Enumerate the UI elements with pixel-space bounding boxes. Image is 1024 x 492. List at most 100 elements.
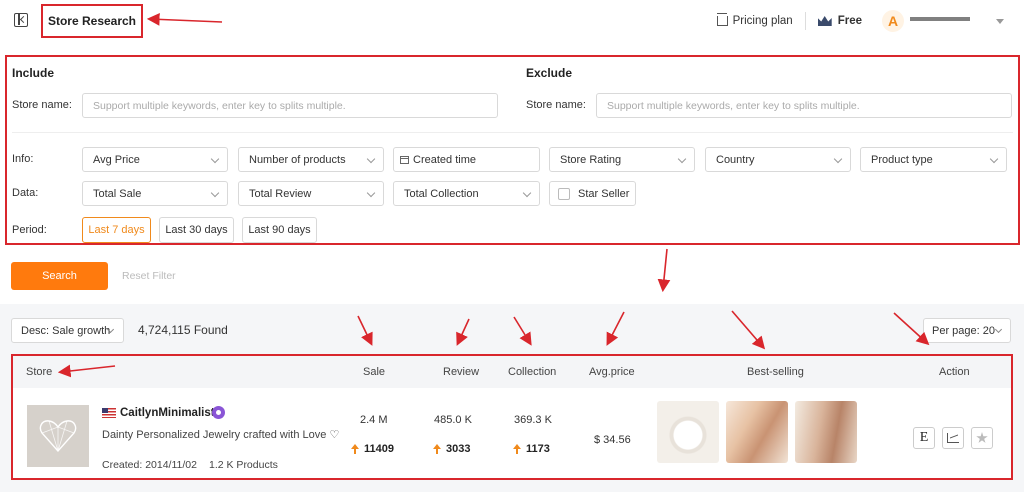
search-button[interactable]: Search xyxy=(11,262,108,290)
store-name-link[interactable]: CaitlynMinimalist xyxy=(120,407,215,419)
exclude-store-name-placeholder: Support multiple keywords, enter key to … xyxy=(607,99,860,112)
calendar-icon xyxy=(400,155,409,164)
review-growth-value: 3033 xyxy=(446,443,471,455)
crown-icon xyxy=(817,16,832,26)
store-analytics-button[interactable] xyxy=(942,427,964,449)
verified-badge-icon xyxy=(212,406,225,419)
exclude-store-name-input[interactable]: Support multiple keywords, enter key to … xyxy=(596,93,1012,118)
include-store-name-input[interactable]: Support multiple keywords, enter key to … xyxy=(82,93,498,118)
star-seller-checkbox[interactable]: Star Seller xyxy=(549,181,636,206)
exclude-store-name-label: Store name: xyxy=(526,99,586,111)
analytics-chart-icon xyxy=(947,433,959,443)
period-last-30-days[interactable]: Last 30 days xyxy=(159,217,234,243)
review-growth: 3033 xyxy=(433,443,470,455)
best-selling-product-image[interactable] xyxy=(795,401,857,463)
favorite-star-icon xyxy=(976,432,988,443)
growth-up-arrow-icon xyxy=(433,444,441,454)
include-store-name-label: Store name: xyxy=(12,99,72,111)
avg-price-select-label: Avg Price xyxy=(93,153,140,166)
pricing-plan-link[interactable]: Pricing plan xyxy=(716,13,793,27)
created-time-label: Created time xyxy=(413,153,476,166)
total-review-select[interactable]: Total Review xyxy=(238,181,384,206)
product-type-select[interactable]: Product type xyxy=(860,147,1007,172)
best-selling-product-image[interactable] xyxy=(657,401,719,463)
period-label: Period xyxy=(12,224,44,236)
us-flag-icon xyxy=(102,408,116,418)
best-selling-product-image[interactable] xyxy=(726,401,788,463)
country-select[interactable]: Country xyxy=(705,147,851,172)
page-title: Store Research xyxy=(47,14,137,28)
column-header-store: Store xyxy=(26,366,53,378)
number-of-products-select-label: Number of products xyxy=(249,153,346,166)
period-last-90-days-label: Last 90 days xyxy=(248,224,311,236)
chevron-down-icon xyxy=(996,18,1004,24)
results-table: Store Sale Review Collection Avg.price B… xyxy=(11,354,1013,480)
avatar: A xyxy=(882,10,904,32)
growth-up-arrow-icon xyxy=(351,444,359,454)
arrow-to-results xyxy=(657,248,671,293)
column-header-review[interactable]: Review xyxy=(443,366,479,378)
plan-badge[interactable]: Free xyxy=(817,15,862,27)
results-count: 4,724,115 Found xyxy=(138,323,228,337)
sale-growth-value: 11409 xyxy=(364,443,394,455)
chevron-down-icon xyxy=(833,154,843,164)
table-header: Store Sale Review Collection Avg.price B… xyxy=(13,356,1011,388)
pricing-plan-icon xyxy=(716,13,728,26)
sort-select-value: Desc: Sale growth xyxy=(21,324,111,337)
search-button-label: Search xyxy=(42,270,77,282)
store-rating-select-label: Store Rating xyxy=(560,153,622,166)
info-label: Info: xyxy=(12,153,34,165)
data-label: Data: xyxy=(12,187,39,199)
username-redacted xyxy=(910,17,990,25)
checkbox-icon xyxy=(558,187,570,200)
exclude-title: Exclude xyxy=(526,66,573,80)
collection-growth-value: 1173 xyxy=(526,443,550,455)
avg-price-select[interactable]: Avg Price xyxy=(82,147,228,172)
collapse-sidebar-icon[interactable] xyxy=(14,13,28,27)
total-review-select-label: Total Review xyxy=(249,187,312,200)
period-last-90-days[interactable]: Last 90 days xyxy=(242,217,317,243)
etsy-icon: E xyxy=(919,430,929,445)
period-last-30-days-label: Last 30 days xyxy=(165,224,228,236)
top-header: Store Research Pricing plan Free A xyxy=(0,0,1024,44)
created-time-picker[interactable]: Created time xyxy=(393,147,540,172)
table-row[interactable]: CaitlynMinimalist Dainty Personalized Je… xyxy=(13,388,1011,478)
user-menu[interactable]: A xyxy=(882,10,1004,32)
reset-filter-button[interactable]: Reset Filter xyxy=(122,270,176,282)
collection-growth: 1173 xyxy=(513,443,550,455)
total-sale-select[interactable]: Total Sale xyxy=(82,181,228,206)
column-header-best-selling: Best-selling xyxy=(747,366,804,378)
sort-select[interactable]: Desc: Sale growth xyxy=(11,318,124,343)
page-title-container: Store Research xyxy=(41,4,143,38)
chevron-down-icon xyxy=(366,154,376,164)
total-collection-select[interactable]: Total Collection xyxy=(393,181,540,206)
chevron-down-icon xyxy=(366,188,376,198)
column-header-action: Action xyxy=(939,366,970,378)
per-page-value: Per page: 20 xyxy=(932,324,995,337)
product-type-select-label: Product type xyxy=(871,153,933,166)
collection-value: 369.3 K xyxy=(514,414,552,426)
header-actions: Pricing plan Free A xyxy=(716,10,1004,32)
include-title: Include xyxy=(12,66,55,80)
column-header-avg-price[interactable]: Avg.price xyxy=(589,366,635,378)
sale-value: 2.4 M xyxy=(360,414,388,426)
store-description: Dainty Personalized Jewelry crafted with… xyxy=(102,429,340,441)
chevron-down-icon xyxy=(994,325,1003,334)
per-page-select[interactable]: Per page: 20 xyxy=(923,318,1011,343)
etsy-store-button[interactable]: E xyxy=(913,427,935,449)
star-seller-label: Star Seller xyxy=(578,187,630,200)
include-store-name-placeholder: Support multiple keywords, enter key to … xyxy=(93,99,346,112)
growth-up-arrow-icon xyxy=(513,444,521,454)
period-last-7-days[interactable]: Last 7 days xyxy=(82,217,151,243)
column-header-sale[interactable]: Sale xyxy=(363,366,385,378)
filter-divider xyxy=(12,132,1013,133)
heart-logo-icon xyxy=(39,420,77,453)
column-header-collection[interactable]: Collection xyxy=(508,366,556,378)
chevron-down-icon xyxy=(210,154,220,164)
store-thumbnail[interactable] xyxy=(27,405,89,467)
avg-price-value: $ 34.56 xyxy=(594,434,631,446)
store-rating-select[interactable]: Store Rating xyxy=(549,147,695,172)
chevron-down-icon xyxy=(989,154,999,164)
favorite-store-button[interactable] xyxy=(971,427,993,449)
number-of-products-select[interactable]: Number of products xyxy=(238,147,384,172)
